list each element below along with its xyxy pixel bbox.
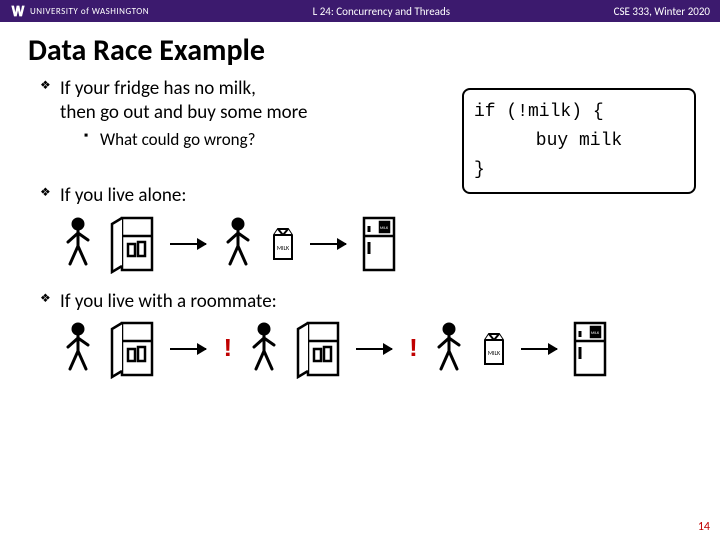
svg-text:MILK: MILK xyxy=(277,244,290,252)
code-line-1: if (!milk) { xyxy=(474,98,684,127)
svg-text:MILK: MILK xyxy=(488,349,501,357)
exclaim-icon: ! xyxy=(406,333,422,366)
lecture-label: L 24: Concurrency and Threads xyxy=(149,5,614,18)
bullet-1-line1: If your fridge has no milk, xyxy=(60,77,256,100)
header-bar: UNIVERSITY of WASHINGTON L 24: Concurren… xyxy=(0,0,720,22)
person-walking-icon xyxy=(220,216,260,272)
scenario-alone-row: MILK MILK xyxy=(60,214,720,274)
person-walking-icon xyxy=(246,321,286,377)
bullet-1-line2: then go out and buy some more xyxy=(60,101,308,124)
arrow-icon xyxy=(170,348,206,350)
code-line-3: } xyxy=(474,156,684,185)
exclaim-icon: ! xyxy=(220,333,236,366)
page-number: 14 xyxy=(698,520,710,534)
fridge-open-icon xyxy=(110,214,156,274)
slide-title: Data Race Example xyxy=(28,32,720,69)
person-walking-icon xyxy=(60,216,100,272)
milk-carton-icon: MILK xyxy=(270,225,296,263)
fridge-closed-icon: MILK xyxy=(571,319,609,379)
arrow-icon xyxy=(356,348,392,350)
milk-carton-icon: MILK xyxy=(481,330,507,368)
uw-w-icon xyxy=(10,3,26,19)
svg-text:MILK: MILK xyxy=(591,331,600,336)
svg-text:MILK: MILK xyxy=(380,226,389,231)
person-walking-icon xyxy=(431,321,471,377)
fridge-open-icon xyxy=(296,319,342,379)
arrow-icon xyxy=(310,243,346,245)
fridge-closed-icon: MILK xyxy=(360,214,398,274)
uw-logo: UNIVERSITY of WASHINGTON xyxy=(10,3,149,19)
arrow-icon xyxy=(521,348,557,350)
bullet-3: If you live with a roommate: xyxy=(40,290,720,314)
course-label: CSE 333, Winter 2020 xyxy=(614,5,710,18)
code-line-2: buy milk xyxy=(474,127,684,156)
scenario-roommate-row: ! ! MILK MILK xyxy=(60,319,720,379)
code-box: if (!milk) { buy milk } xyxy=(462,88,696,194)
arrow-icon xyxy=(170,243,206,245)
person-walking-icon xyxy=(60,321,100,377)
university-name: UNIVERSITY of WASHINGTON xyxy=(30,6,149,17)
fridge-open-icon xyxy=(110,319,156,379)
